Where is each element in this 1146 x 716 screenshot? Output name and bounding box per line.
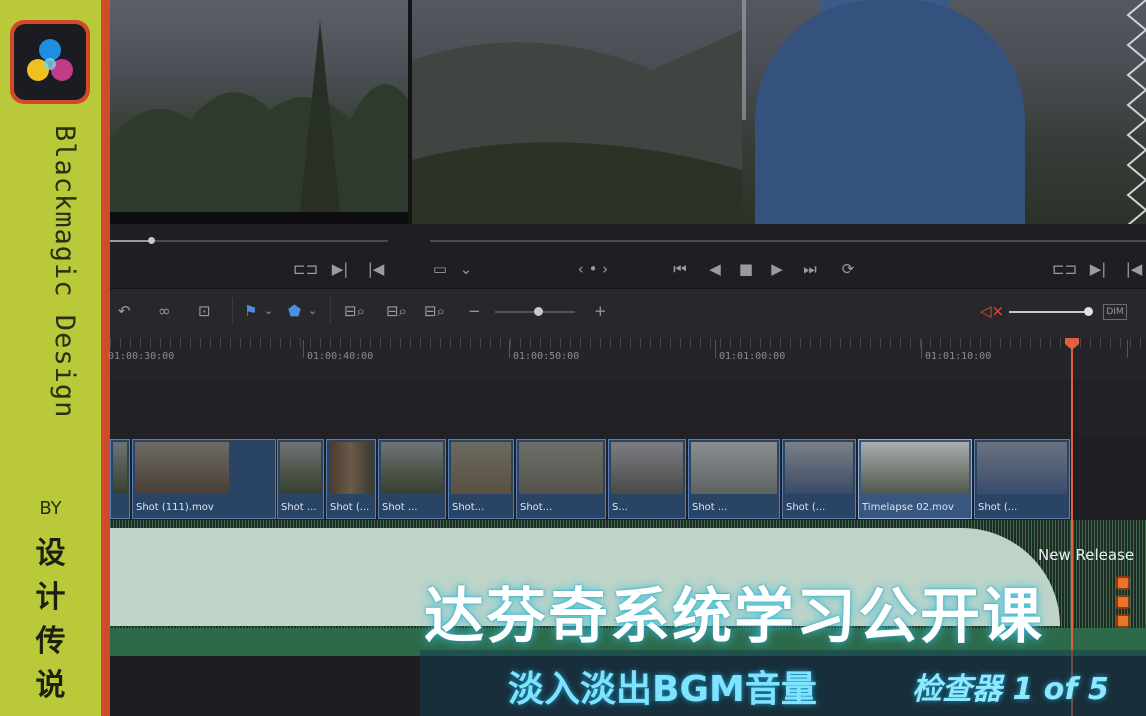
ruler-major-tick bbox=[509, 340, 510, 358]
ruler-major-tick bbox=[715, 340, 716, 358]
timecode-label: 01:00:50:00 bbox=[513, 351, 580, 362]
source-scrubber-progress bbox=[110, 240, 152, 242]
author-char-4: 说 bbox=[35, 668, 66, 703]
chevron-down-icon[interactable]: ⌄ bbox=[456, 259, 476, 279]
ruler-major-tick bbox=[303, 340, 304, 358]
timeline-clip[interactable]: Shot (111).mov bbox=[132, 439, 276, 519]
zoom-custom-icon[interactable]: ⊟⌕ bbox=[424, 301, 445, 321]
lock-icon[interactable]: ⊡ bbox=[198, 301, 211, 321]
source-scrubber-handle[interactable] bbox=[148, 237, 155, 244]
dim-button[interactable]: DIM bbox=[1103, 304, 1127, 320]
decor-dot bbox=[1116, 614, 1130, 628]
loop-icon[interactable]: ⊏⊐ bbox=[1052, 259, 1077, 279]
viewer-controls bbox=[110, 224, 1146, 288]
source-viewer[interactable] bbox=[110, 0, 408, 212]
play-icon[interactable]: ▶ bbox=[767, 259, 787, 279]
timecode-label: 01:00:40:00 bbox=[307, 351, 374, 362]
snap-magnet-icon[interactable]: ↶ bbox=[118, 301, 131, 321]
zoom-slider-handle[interactable] bbox=[534, 307, 543, 316]
play-reverse-icon[interactable]: ◀ bbox=[705, 259, 725, 279]
davinci-resolve-logo-icon bbox=[10, 20, 90, 104]
new-release-tag: New Release bbox=[1038, 546, 1135, 564]
author-char-3: 传 bbox=[35, 624, 66, 659]
timeline-clip[interactable]: Shot... bbox=[516, 439, 606, 519]
viewer-options-icon[interactable]: ▭ bbox=[430, 259, 450, 279]
viewer-subject bbox=[755, 0, 1025, 224]
skip-to-end-icon[interactable]: ⏭ bbox=[800, 259, 820, 279]
skip-to-start-icon[interactable]: ⏮ bbox=[670, 259, 690, 279]
torn-edge-decoration bbox=[1126, 0, 1146, 226]
course-title: 达芬奇系统学习公开课 bbox=[424, 582, 1044, 652]
timecode-label: 01:01:00:00 bbox=[719, 351, 786, 362]
timeline-clip[interactable]: Shot ... bbox=[688, 439, 780, 519]
timecode-label: 01:01:10:00 bbox=[925, 351, 992, 362]
mark-out-icon[interactable]: ▶| bbox=[1088, 259, 1108, 279]
volume-slider-handle[interactable] bbox=[1084, 307, 1093, 316]
timeline-clip[interactable]: Shot... bbox=[448, 439, 514, 519]
brand-vertical-title: Blackmagic Design bbox=[49, 125, 80, 419]
lesson-subtitle: 淡入淡出BGM音量 bbox=[508, 669, 817, 710]
timeline-clip[interactable] bbox=[110, 439, 130, 519]
zoom-in-icon[interactable]: + bbox=[594, 301, 607, 321]
mark-out-icon[interactable]: ▶| bbox=[330, 259, 350, 279]
chevron-down-icon[interactable]: ⌄ bbox=[308, 301, 317, 321]
chevron-down-icon[interactable]: ⌄ bbox=[264, 301, 273, 321]
decor-dot bbox=[1116, 576, 1130, 590]
ruler-major-tick bbox=[1127, 340, 1128, 358]
source-viewer-letterbox bbox=[110, 212, 408, 224]
timeline-clip-selected[interactable]: Timelapse 02.mov bbox=[858, 439, 972, 519]
timeline-clip[interactable]: Shot ... bbox=[277, 439, 324, 519]
ruler-major-tick bbox=[921, 340, 922, 358]
decor-dot bbox=[1116, 595, 1130, 609]
zoom-out-icon[interactable]: − bbox=[468, 301, 481, 321]
zoom-detail-icon[interactable]: ⊟⌕ bbox=[386, 301, 407, 321]
loop-icon[interactable]: ⊏⊐ bbox=[293, 259, 318, 279]
empty-track bbox=[110, 380, 1146, 436]
timeline-clip[interactable]: Shot (... bbox=[782, 439, 856, 519]
volume-slider[interactable] bbox=[1009, 311, 1091, 313]
flag-icon[interactable]: ⚑ bbox=[244, 301, 257, 321]
lesson-part: 检查器 1 of 5 bbox=[912, 672, 1109, 707]
mark-in-icon[interactable]: |◀ bbox=[366, 259, 386, 279]
marker-icon[interactable]: ⬟ bbox=[288, 301, 301, 321]
timeline-scrubber[interactable] bbox=[430, 240, 1146, 242]
toolbar-divider bbox=[232, 298, 233, 324]
timeline-clip[interactable]: S... bbox=[608, 439, 686, 519]
mark-in-icon[interactable]: |◀ bbox=[1124, 259, 1144, 279]
author-char-1: 设 bbox=[35, 536, 66, 571]
stop-icon[interactable]: ■ bbox=[736, 259, 756, 279]
toolbar-divider bbox=[330, 298, 331, 324]
author-char-2: 计 bbox=[35, 580, 66, 615]
timecode-label: 01:00:30:00 bbox=[108, 351, 175, 362]
loop-playback-icon[interactable]: ⟳ bbox=[838, 259, 858, 279]
by-label: BY bbox=[39, 498, 62, 519]
timeline-clip[interactable]: Shot (... bbox=[326, 439, 376, 519]
clip-nav-icon[interactable]: ‹ • › bbox=[570, 259, 616, 279]
link-icon[interactable]: ∞ bbox=[158, 301, 171, 321]
timeline-clip[interactable]: Shot (... bbox=[974, 439, 1070, 519]
timeline-clip[interactable]: Shot ... bbox=[378, 439, 446, 519]
zoom-fit-icon[interactable]: ⊟⌕ bbox=[344, 301, 365, 321]
mute-icon[interactable]: ◁× bbox=[980, 301, 1004, 321]
